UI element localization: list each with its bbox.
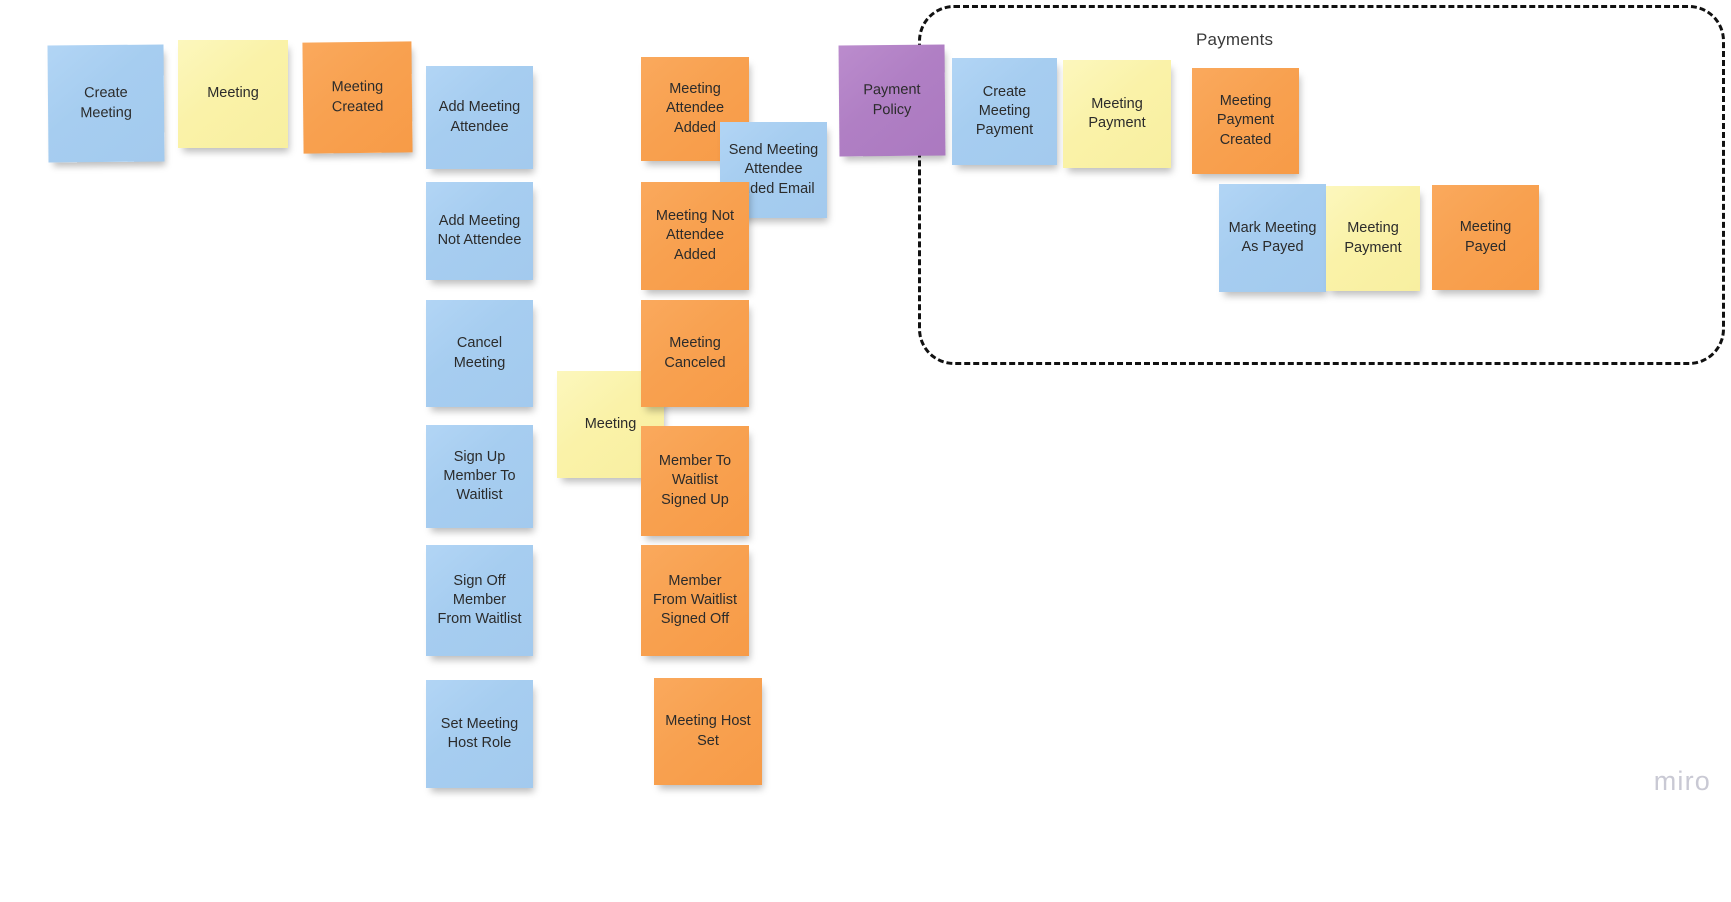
sticky-note-meeting-not-attendee-added[interactable]: Meeting Not Attendee Added — [641, 182, 749, 290]
sticky-note-text: Meeting Not Attendee Added — [655, 208, 735, 263]
sticky-note-text: Meeting — [584, 415, 637, 432]
sticky-note-create-meeting[interactable]: Create Meeting — [47, 44, 165, 163]
group-label-payments-group: Payments — [1196, 30, 1274, 49]
sticky-note-payment-policy[interactable]: Payment Policy — [838, 44, 946, 157]
miro-board-canvas[interactable]: Payments Create Meeting Meeting Meeting Cr… — [0, 0, 1731, 902]
sticky-note-sign-up-member-to-waitlist[interactable]: Sign Up Member To Waitlist — [426, 425, 533, 528]
sticky-note-mark-meeting-as-payed[interactable]: Mark Meeting As Payed — [1219, 184, 1326, 292]
sticky-note-text: Payment Policy — [863, 82, 921, 118]
sticky-note-meeting-created[interactable]: Meeting Created — [302, 41, 413, 154]
sticky-note-create-meeting-payment[interactable]: Create Meeting Payment — [952, 58, 1057, 165]
sticky-note-meeting-canceled[interactable]: Meeting Canceled — [641, 300, 749, 407]
sticky-note-cancel-meeting[interactable]: Cancel Meeting — [426, 300, 533, 407]
sticky-note-text: Add Meeting Attendee — [438, 99, 521, 135]
sticky-note-text: Meeting Host Set — [665, 713, 751, 749]
sticky-note-meeting-payment-aggregate-2[interactable]: Meeting Payment — [1326, 186, 1420, 291]
sticky-note-text: Cancel Meeting — [453, 335, 506, 371]
sticky-note-text: Mark Meeting As Payed — [1228, 219, 1317, 255]
sticky-note-text: Meeting Payment Created — [1216, 93, 1275, 148]
sticky-note-member-to-waitlist-signed-up[interactable]: Member To Waitlist Signed Up — [641, 426, 749, 536]
sticky-note-text: Member To Waitlist Signed Up — [658, 453, 732, 508]
sticky-note-set-meeting-host-role[interactable]: Set Meeting Host Role — [426, 680, 533, 788]
sticky-note-meeting-payed[interactable]: Meeting Payed — [1432, 185, 1539, 290]
sticky-note-text: Meeting — [207, 85, 259, 102]
sticky-note-text: Meeting Canceled — [664, 335, 726, 371]
sticky-note-text: Add Meeting Not Attendee — [437, 212, 522, 248]
miro-watermark: miro — [1653, 766, 1711, 796]
sticky-note-add-meeting-attendee[interactable]: Add Meeting Attendee — [426, 66, 533, 169]
sticky-note-text: Set Meeting Host Role — [440, 715, 519, 751]
sticky-note-member-from-waitlist-signed-off[interactable]: Member From Waitlist Signed Off — [641, 545, 749, 656]
sticky-note-text: Create Meeting Payment — [975, 83, 1034, 139]
sticky-note-sign-off-member-waitlist[interactable]: Sign Off Member From Waitlist — [426, 545, 533, 656]
sticky-note-text: Create Meeting — [80, 85, 132, 121]
sticky-note-meeting-host-set[interactable]: Meeting Host Set — [654, 678, 762, 785]
sticky-note-text: Meeting Payment — [1088, 95, 1146, 131]
sticky-note-text: Member From Waitlist Signed Off — [652, 572, 738, 628]
sticky-note-text: Meeting Payment — [1344, 220, 1402, 256]
sticky-note-meeting-payment-created[interactable]: Meeting Payment Created — [1192, 68, 1299, 174]
sticky-note-meeting-payment-aggregate[interactable]: Meeting Payment — [1063, 60, 1171, 168]
sticky-note-text: Meeting Payed — [1459, 219, 1512, 255]
sticky-note-text: Sign Up Member To Waitlist — [443, 448, 516, 504]
sticky-note-text: Meeting Attendee Added — [665, 81, 725, 136]
sticky-note-meeting-aggregate-1[interactable]: Meeting — [178, 40, 288, 148]
sticky-note-add-meeting-not-attendee[interactable]: Add Meeting Not Attendee — [426, 182, 533, 280]
sticky-note-text: Sign Off Member From Waitlist — [437, 572, 522, 628]
sticky-note-text: Meeting Created — [331, 79, 384, 115]
